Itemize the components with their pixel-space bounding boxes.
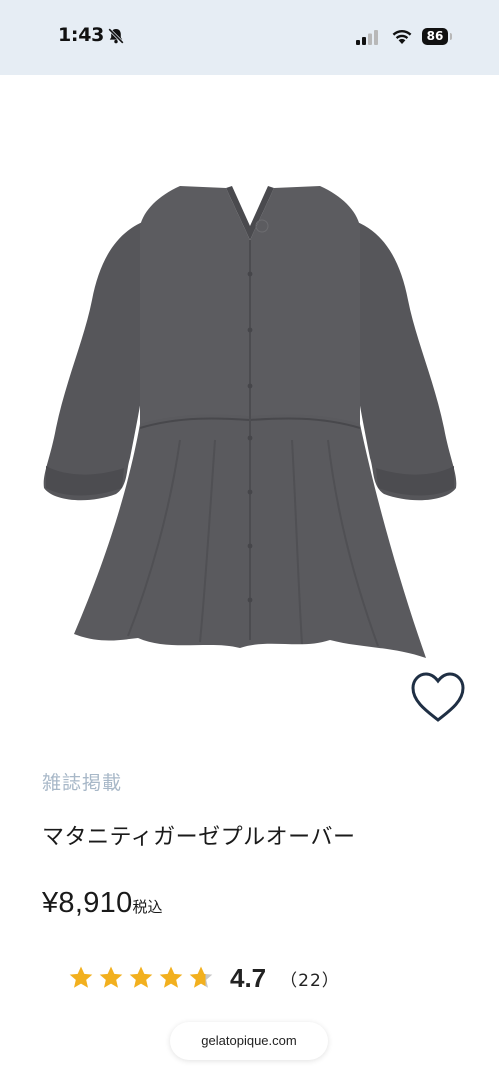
magazine-tag: 雑誌掲載 xyxy=(42,772,123,794)
wifi-icon xyxy=(392,30,412,44)
tax-label: 税込 xyxy=(132,898,163,916)
cellular-signal-icon xyxy=(356,30,378,45)
star-icon xyxy=(99,966,123,988)
url-bar[interactable]: gelatopique.com xyxy=(170,1022,328,1060)
product-image[interactable] xyxy=(30,170,470,670)
rating-count: （22） xyxy=(280,970,340,991)
battery-level: 86 xyxy=(422,28,448,45)
star-icon xyxy=(159,966,183,988)
star-rating xyxy=(68,965,218,991)
heart-outline-icon[interactable] xyxy=(408,668,468,728)
rating-row[interactable]: 4.7 （22） xyxy=(68,960,340,996)
star-icon xyxy=(69,966,93,988)
status-bar: 1:43 86 xyxy=(0,0,499,75)
price: ¥8,910 xyxy=(42,887,133,919)
bell-slash-icon xyxy=(108,28,124,44)
battery-cap xyxy=(450,33,452,40)
price-row: ¥8,910税込 xyxy=(42,887,163,920)
status-time: 1:43 xyxy=(58,24,105,46)
product-name: マタニティガーゼプルオーバー xyxy=(42,825,356,850)
battery-icon: 86 xyxy=(422,28,452,46)
star-icon xyxy=(129,966,153,988)
star-icon xyxy=(189,966,213,988)
rating-value: 4.7 xyxy=(230,962,267,993)
